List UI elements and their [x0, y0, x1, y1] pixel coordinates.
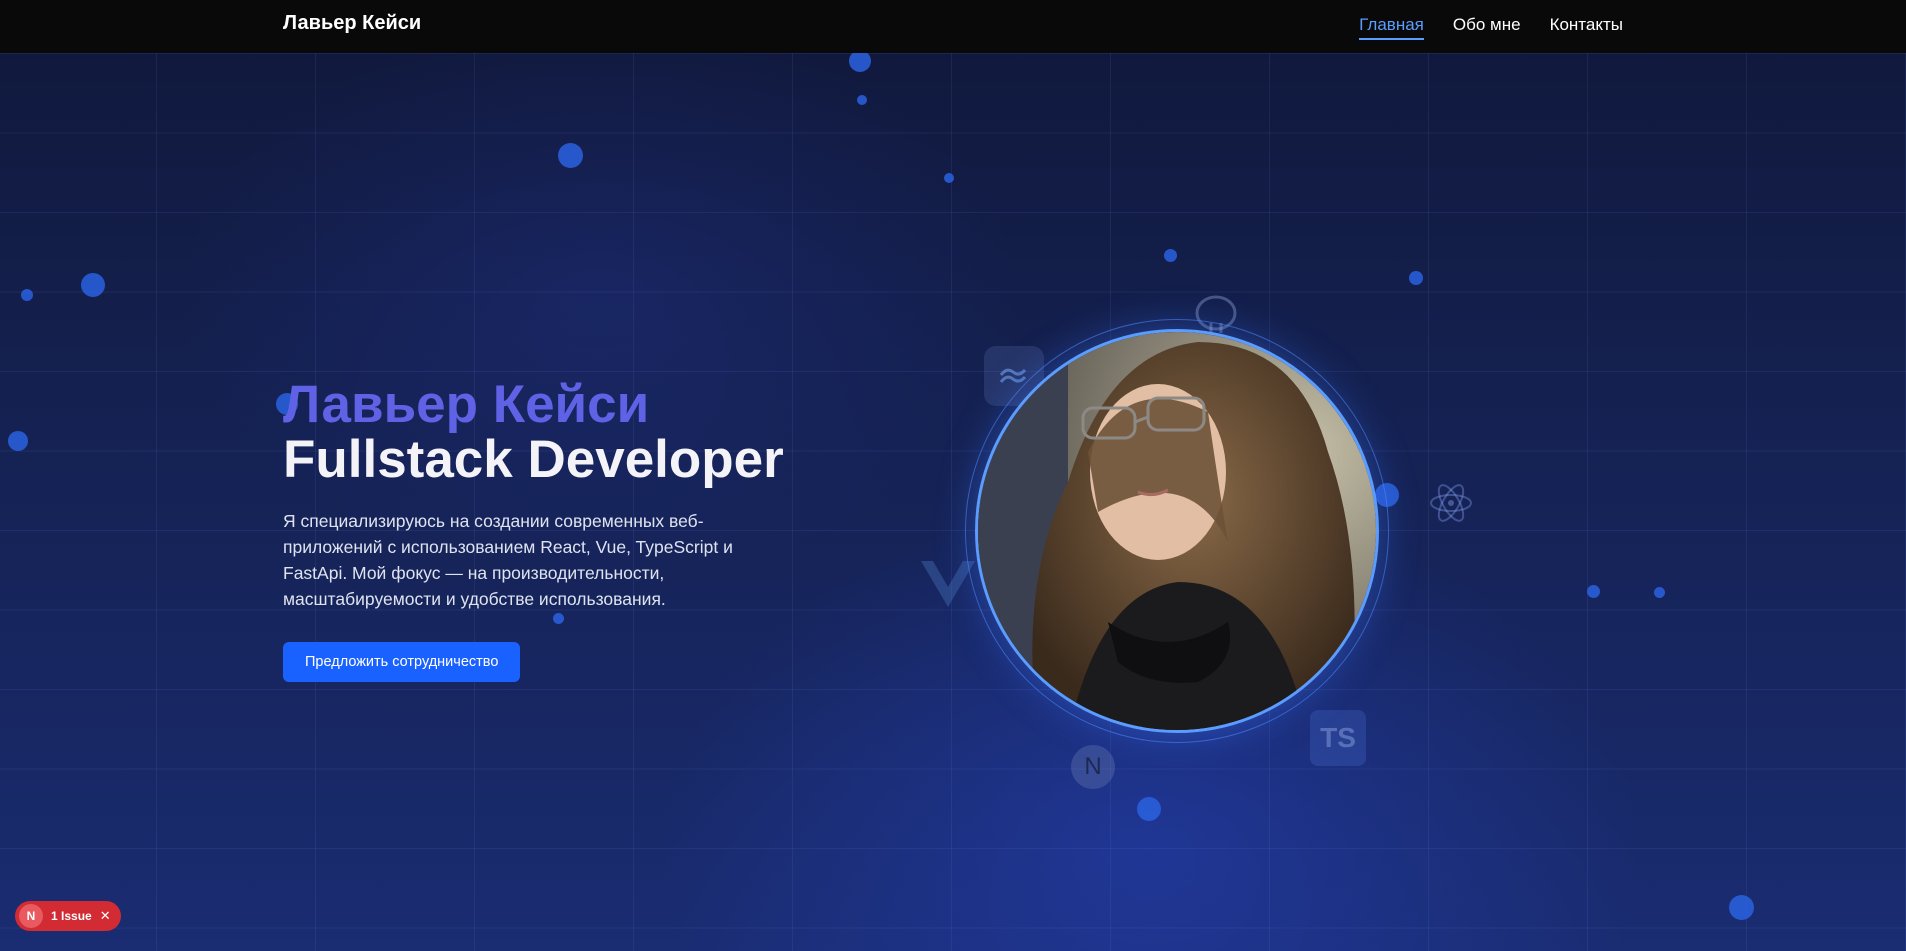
- avatar-container: [965, 319, 1389, 743]
- decor-dot: [1587, 585, 1600, 598]
- site-header: Лавьер Кейси Главная Обо мне Контакты: [0, 0, 1906, 53]
- decor-dot: [1164, 249, 1177, 262]
- decor-dot: [857, 95, 867, 105]
- main-nav: Главная Обо мне Контакты: [1359, 15, 1623, 40]
- hero-description: Я специализируюсь на создании современны…: [283, 511, 733, 609]
- avatar: [975, 329, 1379, 733]
- nextjs-badge-text: N: [1084, 753, 1102, 780]
- decor-dot: [8, 431, 28, 451]
- hero-name: Лавьер Кейси: [283, 375, 650, 434]
- decor-dot: [1409, 271, 1423, 285]
- collaborate-button[interactable]: Предложить сотрудничество: [283, 642, 521, 682]
- devtools-issue-badge[interactable]: N 1 Issue ✕: [15, 901, 121, 931]
- hero-role: Fullstack Developer: [283, 430, 784, 489]
- decor-dot: [1137, 797, 1161, 821]
- decor-dot: [849, 50, 871, 72]
- site-brand[interactable]: Лавьер Кейси: [283, 12, 421, 35]
- nav-link-contacts[interactable]: Контакты: [1550, 15, 1623, 40]
- close-icon[interactable]: ✕: [100, 908, 111, 924]
- decor-dot: [558, 143, 583, 168]
- issue-count-label[interactable]: 1 Issue: [51, 909, 92, 923]
- decor-dot: [1654, 587, 1665, 598]
- decor-dot: [81, 273, 105, 297]
- hero-section: Лавьер Кейси Fullstack Developer Я специ…: [283, 378, 843, 682]
- decor-dot: [1729, 895, 1754, 920]
- nextjs-devtools-icon[interactable]: N: [19, 904, 43, 928]
- react-icon: [1426, 478, 1476, 528]
- nav-link-about[interactable]: Обо мне: [1453, 15, 1521, 40]
- nav-link-home[interactable]: Главная: [1359, 15, 1424, 40]
- decor-dot: [944, 173, 954, 183]
- decor-dot: [21, 289, 33, 301]
- nextjs-icon: N: [1071, 745, 1115, 789]
